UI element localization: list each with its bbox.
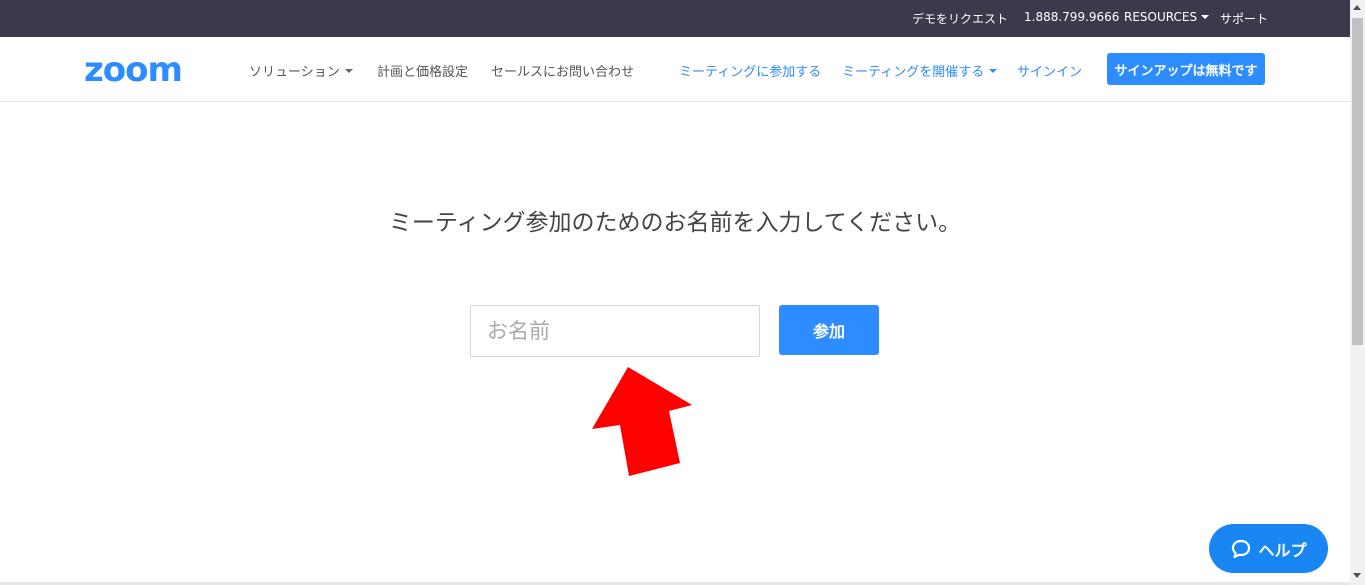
host-meeting-menu[interactable]: ミーティングを開催する — [842, 61, 998, 80]
caret-down-icon — [344, 69, 353, 73]
zoom-logo[interactable]: zoom — [84, 53, 198, 85]
help-button[interactable]: ヘルプ — [1209, 524, 1328, 573]
solutions-menu[interactable]: ソリューション — [249, 61, 353, 80]
join-button[interactable]: 参加 — [779, 305, 879, 355]
scroll-up-arrow-icon[interactable] — [1353, 5, 1361, 10]
host-meeting-label: ミーティングを開催する — [842, 65, 985, 80]
svg-text:zoom: zoom — [84, 53, 182, 85]
sign-in-link[interactable]: サインイン — [1017, 61, 1082, 80]
scroll-down-arrow-icon[interactable] — [1353, 573, 1361, 578]
main-navigation: zoom ソリューション 計画と価格設定 セールスにお問い合わせ ミーティングに… — [0, 37, 1350, 102]
top-utility-bar: デモをリクエスト 1.888.799.9666 RESOURCES サポート — [0, 0, 1350, 37]
phone-number-link[interactable]: 1.888.799.9666 — [1024, 10, 1119, 24]
name-input[interactable] — [470, 305, 760, 357]
resources-label: RESOURCES — [1124, 10, 1198, 24]
support-link[interactable]: サポート — [1220, 10, 1268, 27]
caret-down-icon — [1201, 15, 1210, 19]
chat-bubble-icon — [1232, 539, 1251, 558]
join-meeting-link[interactable]: ミーティングに参加する — [679, 61, 821, 80]
pricing-link[interactable]: 計画と価格設定 — [377, 61, 468, 80]
red-arrow-annotation-icon — [592, 367, 692, 476]
request-demo-link[interactable]: デモをリクエスト — [912, 10, 1008, 27]
name-prompt-heading: ミーティング参加のためのお名前を入力してください。 — [388, 210, 962, 236]
scrollbar-thumb[interactable] — [1352, 18, 1363, 345]
help-label: ヘルプ — [1258, 540, 1307, 560]
caret-down-icon — [989, 69, 998, 73]
solutions-label: ソリューション — [249, 65, 340, 80]
contact-sales-link[interactable]: セールスにお問い合わせ — [491, 61, 634, 80]
vertical-scrollbar[interactable] — [1350, 0, 1365, 585]
sign-up-button[interactable]: サインアップは無料です — [1107, 53, 1265, 85]
resources-menu[interactable]: RESOURCES — [1124, 10, 1210, 24]
